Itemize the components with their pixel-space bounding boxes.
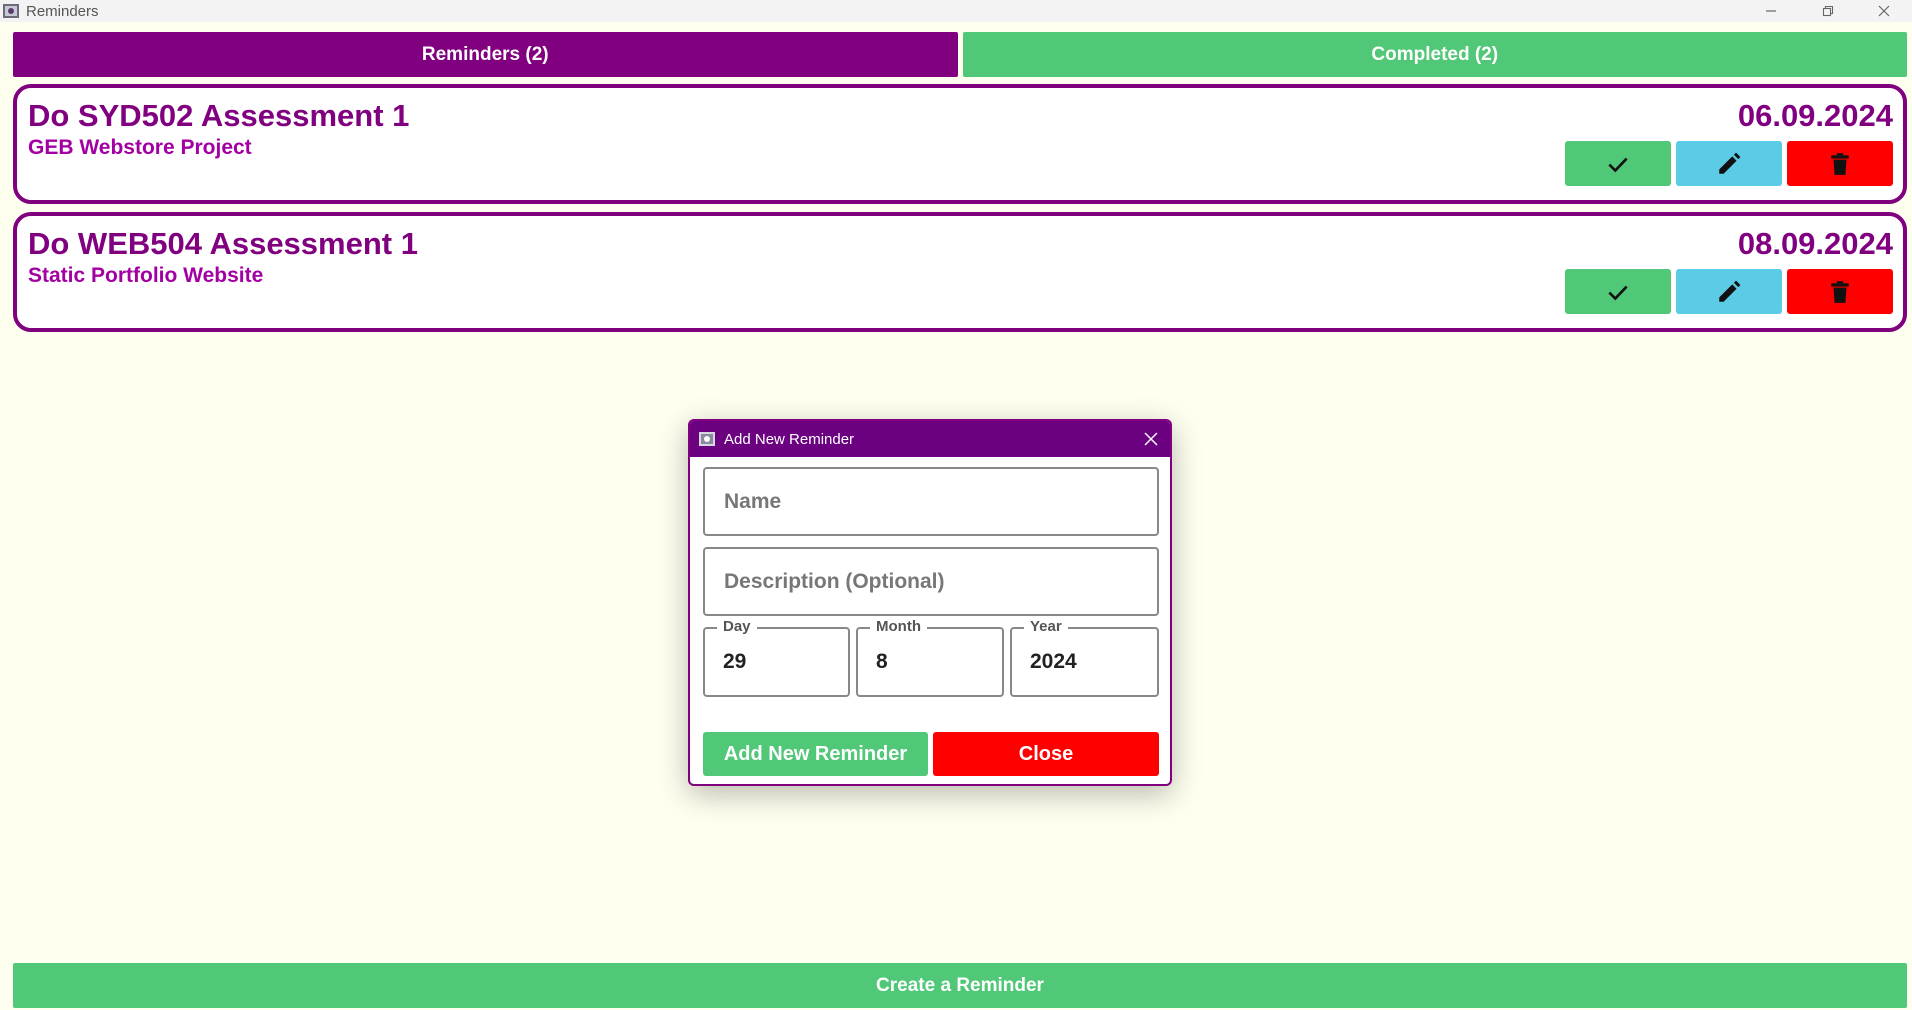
edit-button[interactable] bbox=[1676, 141, 1782, 186]
description-input[interactable]: Description (Optional) bbox=[703, 547, 1159, 616]
app-icon bbox=[2, 2, 20, 20]
reminder-date: 06.09.2024 bbox=[1737, 98, 1893, 133]
window-title: Reminders bbox=[26, 2, 99, 20]
pencil-icon bbox=[1719, 280, 1741, 302]
reminder-card: Do WEB504 Assessment 1 Static Portfolio … bbox=[13, 212, 1907, 332]
close-button[interactable]: Close bbox=[933, 732, 1159, 776]
reminder-date: 08.09.2024 bbox=[1737, 226, 1893, 261]
trash-icon bbox=[1831, 280, 1849, 303]
reminder-actions bbox=[1565, 141, 1893, 186]
month-label: Month bbox=[870, 618, 927, 635]
dialog-title: Add New Reminder bbox=[724, 430, 855, 448]
create-reminder-button[interactable]: Create a Reminder bbox=[13, 963, 1907, 1008]
tab-bar: Reminders (2) Completed (2) bbox=[13, 32, 1907, 77]
restore-icon[interactable] bbox=[1800, 0, 1856, 22]
add-reminder-button[interactable]: Add New Reminder bbox=[703, 732, 928, 776]
close-icon[interactable] bbox=[1856, 0, 1912, 22]
app-icon bbox=[698, 430, 716, 448]
check-icon bbox=[1608, 285, 1628, 300]
trash-icon bbox=[1831, 152, 1849, 175]
delete-button[interactable] bbox=[1787, 269, 1893, 314]
day-value: 29 bbox=[723, 650, 747, 673]
reminder-name: Do WEB504 Assessment 1 bbox=[28, 226, 418, 261]
reminder-actions bbox=[1565, 269, 1893, 314]
pencil-icon bbox=[1719, 152, 1741, 174]
month-input[interactable]: Month 8 bbox=[856, 618, 1004, 697]
year-input[interactable]: Year 2024 bbox=[1010, 618, 1159, 697]
window-titlebar: Reminders bbox=[0, 0, 1912, 22]
reminder-card: Do SYD502 Assessment 1 GEB Webstore Proj… bbox=[13, 84, 1907, 204]
name-input[interactable]: Name bbox=[703, 467, 1159, 536]
delete-button[interactable] bbox=[1787, 141, 1893, 186]
reminder-description: Static Portfolio Website bbox=[28, 264, 264, 287]
tab-completed[interactable]: Completed (2) bbox=[962, 32, 1907, 77]
check-icon bbox=[1608, 157, 1628, 172]
tab-reminders[interactable]: Reminders (2) bbox=[13, 32, 958, 77]
day-label: Day bbox=[717, 618, 757, 635]
year-label: Year bbox=[1024, 618, 1068, 635]
complete-button[interactable] bbox=[1565, 141, 1671, 186]
complete-button[interactable] bbox=[1565, 269, 1671, 314]
year-value: 2024 bbox=[1030, 650, 1077, 673]
edit-button[interactable] bbox=[1676, 269, 1782, 314]
reminder-description: GEB Webstore Project bbox=[28, 136, 252, 159]
close-icon[interactable] bbox=[1142, 430, 1160, 448]
add-reminder-dialog: Add New Reminder Name Description (Optio… bbox=[688, 419, 1172, 786]
month-value: 8 bbox=[876, 650, 888, 673]
reminder-name: Do SYD502 Assessment 1 bbox=[28, 98, 410, 133]
dialog-titlebar: Add New Reminder bbox=[690, 421, 1170, 457]
minimize-icon[interactable] bbox=[1743, 0, 1799, 22]
day-input[interactable]: Day 29 bbox=[703, 618, 850, 697]
